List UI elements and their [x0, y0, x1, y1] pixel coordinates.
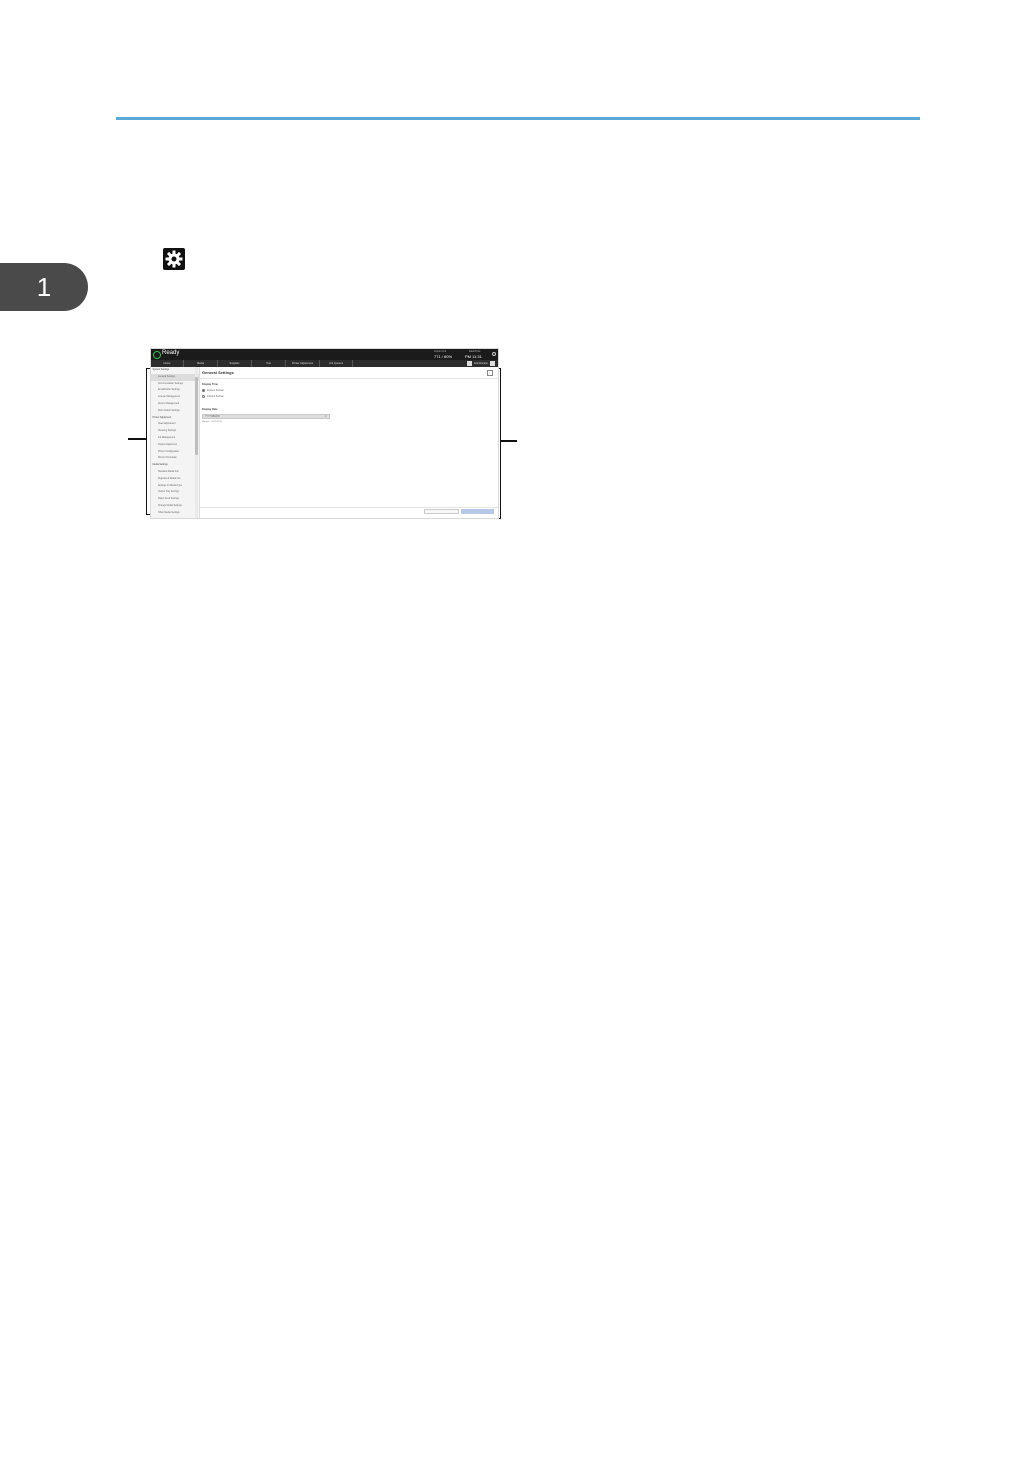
tab-printer-adjustment[interactable]: Printer Adjustment	[286, 360, 320, 367]
title-divider	[199, 378, 498, 379]
user-label[interactable]: Administrator	[474, 362, 488, 365]
radio-24-hour[interactable]	[202, 395, 205, 398]
nav-tools: Administrator	[466, 360, 498, 367]
settings-sidebar: System Settings General Settings Communica…	[151, 367, 200, 518]
help-icon[interactable]	[490, 361, 495, 366]
settings-main-panel: General Settings Display Time 12-hour Fo…	[199, 367, 498, 518]
tab-test[interactable]: Test	[252, 360, 286, 367]
display-time-label: Display Time	[202, 383, 218, 386]
settings-screenshot: Ready Imprint Cnt 771 / 60% Date/Time PM…	[151, 349, 498, 518]
tab-media[interactable]: Media	[184, 360, 218, 367]
chapter-tab: 1	[0, 263, 88, 311]
sidebar-item[interactable]: Media Settings	[151, 462, 199, 469]
sidebar-item[interactable]: Change Media Settings	[151, 503, 199, 510]
status-bar: Ready Imprint Cnt 771 / 60% Date/Time PM…	[151, 349, 498, 360]
radio-12-hour-label: 12-hour Format	[207, 389, 224, 392]
clock-value: PM 11:31	[465, 353, 482, 359]
gear-icon	[163, 248, 185, 270]
header-rule	[116, 117, 920, 120]
ready-status-icon	[153, 350, 161, 359]
callout-leader-left	[128, 438, 146, 440]
cancel-button[interactable]	[424, 509, 459, 514]
sidebar-item[interactable]: Communication Settings	[151, 381, 199, 388]
ok-button[interactable]	[461, 509, 494, 514]
main-navigation: Home Media Supplies Test Printer Adjustm…	[151, 360, 498, 367]
date-format-select[interactable]: YYYY/MM/DD ▼	[202, 414, 330, 419]
sidebar-item[interactable]: Registered Media Info	[151, 476, 199, 483]
page-title: General Settings	[202, 370, 234, 375]
sidebar-item[interactable]: General Settings	[151, 373, 199, 381]
sidebar-item[interactable]: Printer Configuration	[151, 449, 199, 456]
ready-status-text: Ready	[162, 350, 180, 356]
sidebar-item[interactable]: Head Adjustment	[151, 421, 199, 428]
sidebar-item[interactable]: Standard Media Info	[151, 469, 199, 476]
sidebar-item[interactable]: Output Adjustment	[151, 442, 199, 449]
tab-home[interactable]: Home	[151, 360, 184, 367]
footer-divider	[199, 507, 498, 508]
sidebar-item[interactable]: Web Control Settings	[151, 408, 199, 415]
settings-gear-icon[interactable]	[466, 361, 472, 366]
sidebar-scroll-thumb[interactable]	[195, 377, 198, 455]
date-sample-hint: Sample : 2017/01/31	[202, 421, 223, 423]
sidebar-item[interactable]: Email/Folder Settings	[151, 387, 199, 394]
sidebar-item[interactable]: System Settings	[151, 367, 199, 374]
sidebar-item[interactable]: Settings for Media Type	[151, 483, 199, 490]
counter-value: 771 / 60%	[434, 353, 453, 359]
sidebar-item[interactable]: Output Tray Settings	[151, 489, 199, 496]
sidebar-item[interactable]: Paper Feed Settings	[151, 496, 199, 503]
callout-leader-right	[500, 440, 517, 442]
tab-job-queues[interactable]: Job Queues	[320, 360, 353, 367]
sidebar-item[interactable]: Printer Adjustment	[151, 415, 199, 422]
display-date-label: Display Date	[202, 408, 218, 411]
radio-12-hour[interactable]	[202, 389, 205, 392]
help-button[interactable]	[487, 370, 493, 376]
sidebar-item[interactable]: Printer Information	[151, 455, 199, 462]
sidebar-item[interactable]: Ink Management	[151, 435, 199, 442]
tab-supplies[interactable]: Supplies	[218, 360, 252, 367]
power-icon[interactable]	[492, 352, 496, 356]
radio-24-hour-label: 24-hour Format	[207, 395, 224, 398]
date-format-value: YYYY/MM/DD	[205, 416, 220, 418]
sidebar-item[interactable]: Cleaning Settings	[151, 428, 199, 435]
sidebar-item[interactable]: Device Management	[151, 401, 199, 408]
chevron-down-icon: ▼	[324, 415, 327, 418]
sidebar-item[interactable]: Other Media Settings	[151, 510, 199, 517]
sidebar-item[interactable]: License Management	[151, 394, 199, 401]
